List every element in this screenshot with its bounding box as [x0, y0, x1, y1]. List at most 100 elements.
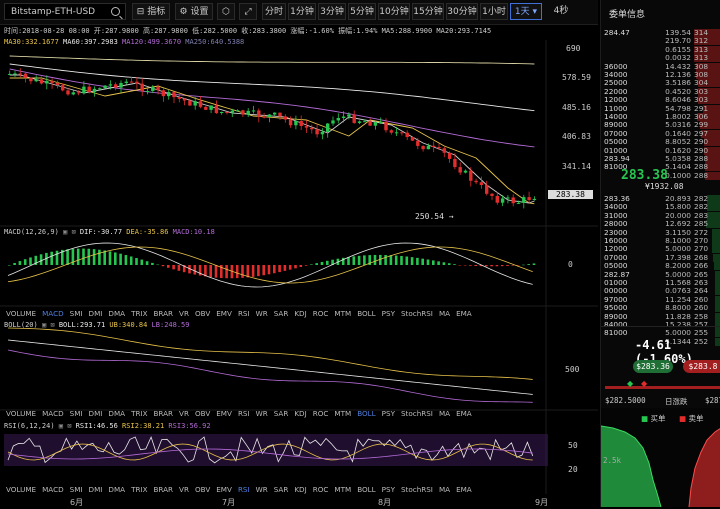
indicator-tab-rsi[interactable]: RSI: [238, 409, 250, 418]
indicator-tab-dma[interactable]: DMA: [108, 409, 125, 418]
macd-bar: [522, 264, 525, 266]
pane-close-icon[interactable]: ⊠: [71, 228, 75, 236]
candle-body: [357, 121, 362, 123]
depth-chart[interactable]: ■ 买单 ■ 卖单 2.5k: [600, 408, 720, 508]
indicator-tab-obv[interactable]: OBV: [195, 309, 210, 318]
macd-bar: [167, 265, 170, 268]
indicator-tab-sar[interactable]: SAR: [274, 309, 289, 318]
period-tab-0[interactable]: 分时: [262, 3, 286, 20]
pane-settings-icon[interactable]: ▣: [59, 422, 63, 430]
indicator-tab-wr[interactable]: WR: [256, 485, 268, 494]
indicator-tab-dma[interactable]: DMA: [108, 485, 125, 494]
indicator-tab-smi[interactable]: SMI: [70, 409, 83, 418]
indicator-tab-stochrsi[interactable]: StochRSI: [401, 409, 433, 418]
indicator-tab-smi[interactable]: SMI: [70, 485, 83, 494]
indicator-tab-boll[interactable]: BOLL: [357, 409, 375, 418]
period-tab-6[interactable]: 30分钟: [446, 3, 478, 20]
indicator-tab-ema[interactable]: EMA: [456, 485, 472, 494]
indicator-tab-ma[interactable]: MA: [439, 309, 450, 318]
indicator-tab-mtm[interactable]: MTM: [334, 409, 351, 418]
indicator-tab-brar[interactable]: BRAR: [154, 409, 174, 418]
period-tab-3[interactable]: 5分钟: [348, 3, 376, 20]
indicator-tab-macd[interactable]: MACD: [42, 309, 64, 318]
indicator-tab-boll[interactable]: BOLL: [357, 309, 375, 318]
indicator-tab-emv[interactable]: EMV: [216, 485, 232, 494]
drawing-tool-button[interactable]: ⬡: [217, 3, 235, 20]
indicator-tab-emv[interactable]: EMV: [216, 309, 232, 318]
indicator-tab-dma[interactable]: DMA: [108, 309, 125, 318]
indicator-tab-mtm[interactable]: MTM: [334, 309, 351, 318]
indicator-tab-volume[interactable]: VOLUME: [6, 485, 36, 494]
indicator-tab-stochrsi[interactable]: StochRSI: [401, 309, 433, 318]
indicator-tab-dmi[interactable]: DMI: [89, 485, 103, 494]
indicator-tab-brar[interactable]: BRAR: [154, 485, 174, 494]
indicator-tab-dmi[interactable]: DMI: [89, 409, 103, 418]
indicator-tab-dmi[interactable]: DMI: [89, 309, 103, 318]
indicator-tab-vr[interactable]: VR: [179, 409, 189, 418]
indicator-tab-trix[interactable]: TRIX: [131, 409, 147, 418]
indicator-tab-vr[interactable]: VR: [179, 309, 189, 318]
indicator-tab-ma[interactable]: MA: [439, 409, 450, 418]
indicator-tab-trix[interactable]: TRIX: [131, 309, 147, 318]
indicator-tab-volume[interactable]: VOLUME: [6, 409, 36, 418]
indicator-tab-obv[interactable]: OBV: [195, 409, 210, 418]
fullscreen-button[interactable]: ⤢: [239, 3, 257, 20]
indicator-tab-mtm[interactable]: MTM: [334, 485, 351, 494]
indicator-tab-rsi[interactable]: RSI: [238, 485, 250, 494]
indicator-tab-roc[interactable]: ROC: [313, 309, 329, 318]
symbol-search-input[interactable]: Bitstamp-ETH-USD: [4, 3, 126, 20]
period-dropdown[interactable]: 1天 ▾: [510, 3, 542, 20]
period-tab-4[interactable]: 10分钟: [378, 3, 410, 20]
indicators-button[interactable]: ⊟ 指标: [132, 3, 170, 20]
pane-close-icon[interactable]: ⊠: [67, 422, 71, 430]
indicator-tab-brar[interactable]: BRAR: [154, 309, 174, 318]
indicator-tab-wr[interactable]: WR: [256, 409, 268, 418]
indicator-tab-macd[interactable]: MACD: [42, 409, 64, 418]
indicator-tab-psy[interactable]: PSY: [382, 485, 395, 494]
refresh-interval[interactable]: 4秒: [550, 3, 572, 20]
indicator-tab-boll[interactable]: BOLL: [357, 485, 375, 494]
indicator-tab-rsi[interactable]: RSI: [238, 309, 250, 318]
search-icon: [111, 7, 120, 16]
indicator-tab-ema[interactable]: EMA: [456, 409, 472, 418]
settings-button[interactable]: ⚙ 设置: [175, 3, 213, 20]
indicator-tab-psy[interactable]: PSY: [382, 309, 395, 318]
indicator-tab-ma[interactable]: MA: [439, 485, 450, 494]
indicator-tab-roc[interactable]: ROC: [313, 485, 329, 494]
indicator-tab-kdj[interactable]: KDJ: [294, 485, 306, 494]
indicator-tab-kdj[interactable]: KDJ: [294, 409, 306, 418]
period-tab-1[interactable]: 1分钟: [288, 3, 316, 20]
pane-close-icon[interactable]: ⊠: [50, 321, 54, 329]
candle-body: [283, 116, 287, 120]
indicator-tab-stochrsi[interactable]: StochRSI: [401, 485, 433, 494]
period-tab-7[interactable]: 1小时: [480, 3, 508, 20]
indicator-tab-wr[interactable]: WR: [256, 309, 268, 318]
kline-chart[interactable]: [0, 24, 598, 507]
ask-price-button[interactable]: $283.8: [683, 360, 720, 373]
pane-settings-icon[interactable]: ▣: [42, 321, 46, 329]
indicator-tab-psy[interactable]: PSY: [382, 409, 395, 418]
candle-body: [400, 132, 404, 134]
macd-legend: MACD(12,26,9) ▣ ⊠ DIF:-30.77 DEA:-35.86 …: [4, 228, 215, 236]
indicator-tab-trix[interactable]: TRIX: [131, 485, 147, 494]
pane-settings-icon[interactable]: ▣: [63, 228, 67, 236]
indicator-tab-roc[interactable]: ROC: [313, 409, 329, 418]
price-axis-label: 406.83: [562, 132, 591, 141]
indicator-tab-sar[interactable]: SAR: [274, 485, 289, 494]
indicator-tab-volume[interactable]: VOLUME: [6, 309, 36, 318]
chart-area[interactable]: 时间:2018-08-28 08:00 开:287.9800 高:287.980…: [0, 24, 598, 507]
indicator-tab-macd[interactable]: MACD: [42, 485, 64, 494]
candle-body: [500, 198, 505, 203]
indicator-tab-smi[interactable]: SMI: [70, 309, 83, 318]
candle-body: [294, 120, 298, 126]
period-tab-2[interactable]: 3分钟: [318, 3, 346, 20]
indicator-tab-ema[interactable]: EMA: [456, 309, 472, 318]
period-tab-5[interactable]: 15分钟: [412, 3, 444, 20]
indicator-tab-sar[interactable]: SAR: [274, 409, 289, 418]
indicator-tab-emv[interactable]: EMV: [216, 409, 232, 418]
indicator-tab-kdj[interactable]: KDJ: [294, 309, 306, 318]
indicator-tab-vr[interactable]: VR: [179, 485, 189, 494]
candle-body: [18, 73, 22, 75]
bid-price-button[interactable]: $283.36: [633, 360, 673, 373]
indicator-tab-obv[interactable]: OBV: [195, 485, 210, 494]
